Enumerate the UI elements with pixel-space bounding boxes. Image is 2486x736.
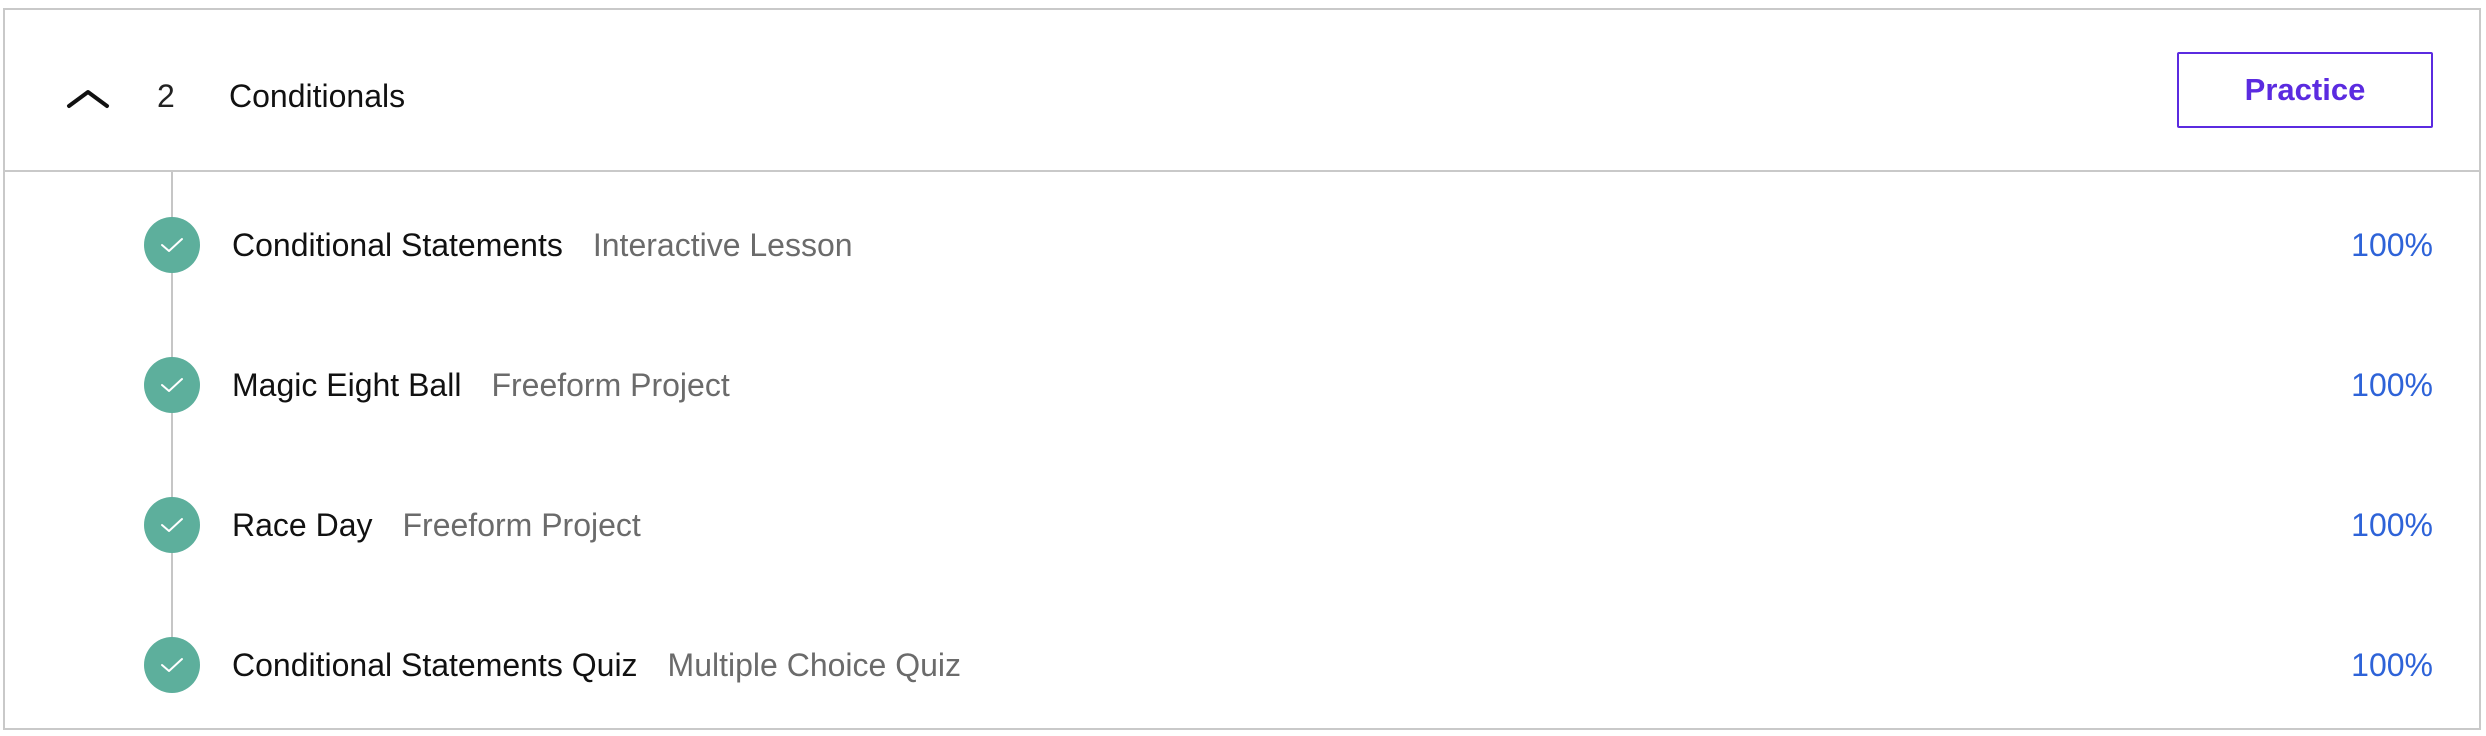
lesson-row[interactable]: Conditional Statements Quiz Multiple Choi… (5, 620, 2479, 710)
lesson-row[interactable]: Race Day Freeform Project 100% (5, 480, 2479, 570)
lesson-title: Race Day Freeform Project (232, 505, 641, 545)
lesson-type: Freeform Project (402, 507, 641, 543)
lesson-type: Interactive Lesson (592, 227, 853, 263)
lesson-name: Conditional Statements Quiz (232, 647, 638, 683)
section-number: 2 (157, 78, 175, 114)
page: 2 Conditionals Practice Conditional Stat… (0, 0, 2486, 736)
lesson-type: Freeform Project (491, 367, 730, 403)
lesson-percent: 100% (2351, 507, 2433, 543)
section-card: 2 Conditionals Practice Conditional Stat… (3, 8, 2481, 730)
lesson-title: Conditional Statements Quiz Multiple Choi… (232, 645, 961, 685)
lesson-percent: 100% (2351, 647, 2433, 683)
section-title: Conditionals (229, 78, 406, 114)
lesson-percent: 100% (2351, 227, 2433, 263)
lesson-name: Race Day (232, 507, 373, 543)
lesson-name: Magic Eight Ball (232, 367, 462, 403)
check-circle-icon (144, 217, 200, 273)
lesson-name: Conditional Statements (232, 227, 563, 263)
check-circle-icon (144, 637, 200, 693)
lesson-type: Multiple Choice Quiz (667, 647, 961, 683)
lesson-percent: 100% (2351, 367, 2433, 403)
check-circle-icon (144, 357, 200, 413)
chevron-up-icon[interactable] (63, 74, 113, 114)
practice-button[interactable]: Practice (2177, 52, 2433, 128)
lesson-title: Magic Eight Ball Freeform Project (232, 365, 730, 405)
check-circle-icon (144, 497, 200, 553)
lesson-title: Conditional Statements Interactive Lesson (232, 225, 853, 265)
lesson-row[interactable]: Conditional Statements Interactive Lesson… (5, 200, 2479, 290)
lesson-row[interactable]: Magic Eight Ball Freeform Project 100% (5, 340, 2479, 430)
section-header[interactable]: 2 Conditionals Practice (5, 10, 2479, 172)
